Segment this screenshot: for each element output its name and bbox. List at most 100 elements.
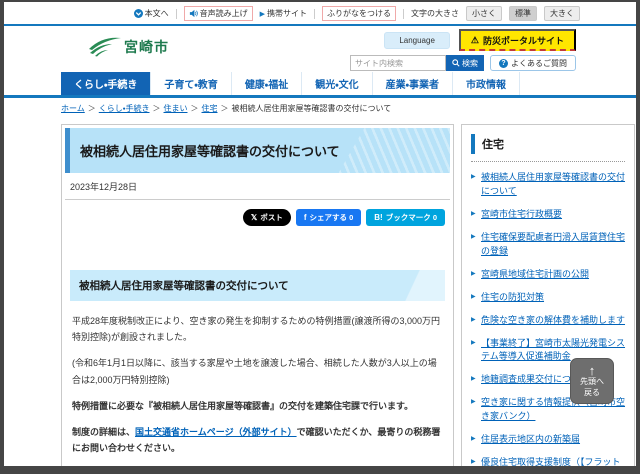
x-post-label: ポスト: [260, 213, 283, 222]
triangle-icon: ▶: [259, 10, 265, 18]
sidebar-link-shinchiku-todoke[interactable]: 住居表示地区内の新築届: [481, 434, 580, 444]
voice-readout-link[interactable]: 音声読み上げ: [183, 6, 253, 21]
utility-bar: 本文へ 音声読み上げ ▶ 携帯サイト ふりがなをつける 文字の大きさ 小さく 標…: [4, 2, 636, 26]
content-area: 被相続人居住用家屋等確認書の交付について 2023年12月28日 𝕏 ポスト f…: [4, 118, 636, 474]
breadcrumb-sumai[interactable]: 住まい: [164, 104, 188, 113]
breadcrumb-kurashi[interactable]: くらし・手続き: [99, 104, 150, 113]
breadcrumb-separator: ＞: [87, 104, 96, 113]
voice-readout-label: 音声読み上げ: [199, 9, 248, 18]
back-to-top-button[interactable]: ↑ 先頭へ 戻る: [570, 358, 614, 404]
mobile-site-label: 携帯サイト: [267, 9, 307, 18]
hatena-bookmark-label: ブックマーク 0: [385, 213, 437, 222]
text-size-large-button[interactable]: 大きく: [544, 6, 580, 21]
mobile-site-link[interactable]: ▶ 携帯サイト: [260, 8, 307, 19]
sidebar-link-bohan[interactable]: 住宅の防犯対策: [481, 292, 544, 302]
furigana-label: ふりがなをつける: [327, 9, 391, 18]
text-size-small-button[interactable]: 小さく: [466, 6, 502, 21]
paragraph: 平成28年度税制改正により、空き家の発生を抑制するための特例措置(譲渡所得の3,…: [72, 316, 440, 343]
skip-to-content-label: 本文へ: [144, 9, 169, 18]
related-links-sidebar: 住宅 被相続人居住用家屋等確認書の交付について 宮崎市住宅行政概要 住宅確保要配…: [461, 124, 635, 466]
hatena-icon: B!: [374, 213, 383, 222]
global-nav: くらし・手続き 子育て・教育 健康・福祉 観光・文化 産業・事業者 市政情報: [4, 72, 636, 98]
list-item: 優良住宅取得支援制度（【フラット35】S）: [471, 456, 625, 466]
divider: [314, 8, 315, 19]
language-button[interactable]: Language: [384, 31, 450, 49]
paragraph: 制度の詳細は、国土交通省ホームページ（外部サイト）で確認いただくか、最寄りの税務…: [72, 424, 443, 456]
list-item: 被相続人居住用家屋等確認書の交付について: [471, 171, 625, 199]
paragraph-text: 制度の詳細は、: [72, 426, 136, 437]
breadcrumb-home[interactable]: ホーム: [61, 104, 85, 113]
back-to-top-label-1: 先頭へ: [580, 377, 604, 387]
paragraph: (令和6年1月1日以降に、該当する家屋や土地を譲渡した場合、相続した人数が3人以…: [72, 358, 437, 385]
up-arrow-icon: ↑: [588, 363, 596, 379]
breadcrumb-separator: ＞: [152, 104, 161, 113]
furigana-link[interactable]: ふりがなをつける: [322, 6, 396, 21]
section-title: 被相続人居住用家屋等確認書の交付について: [70, 270, 445, 301]
list-item: 住宅の防犯対策: [471, 291, 625, 305]
arrow-circle-icon: [133, 9, 143, 18]
sidebar-link-flat35[interactable]: 優良住宅取得支援制度（【フラット35】S）: [481, 457, 621, 466]
list-item: 危険な空き家の解体費を補助します: [471, 314, 625, 328]
site-name: 宮崎市: [124, 39, 169, 55]
magnifier-icon: [452, 59, 460, 67]
publish-date: 2023年12月28日: [65, 173, 450, 200]
paragraph: なお、本確認書は申請の家屋や土地が空き家及びその敷地であったことを確認するもので…: [72, 466, 443, 474]
faq-label: よくあるご質問: [511, 58, 567, 68]
x-post-button[interactable]: 𝕏 ポスト: [242, 209, 291, 226]
text-size-label: 文字の大きさ: [411, 9, 459, 18]
skip-to-content-link[interactable]: 本文へ: [133, 8, 169, 19]
question-icon: ?: [499, 58, 508, 68]
header-tools: Language ⚠ 防災ポータルサイト 検索 ? よくあるご質問: [350, 29, 576, 71]
facebook-share-label: シェアする 0: [309, 213, 354, 222]
browser-page: 本文へ 音声読み上げ ▶ 携帯サイト ふりがなをつける 文字の大きさ 小さく 標…: [0, 0, 640, 474]
breadcrumb-separator: ＞: [220, 104, 229, 113]
site-header: 宮崎市 Language ⚠ 防災ポータルサイト 検索 ? よくあるご質問: [4, 26, 636, 72]
breadcrumb: ホーム＞くらし・手続き＞住まい＞住宅＞被相続人居住用家屋等確認書の交付について: [4, 98, 636, 118]
page-title: 被相続人居住用家屋等確認書の交付について: [65, 128, 450, 173]
text-size-normal-button[interactable]: 標準: [509, 6, 537, 21]
facebook-icon: f: [303, 213, 307, 222]
list-item: 宮崎県地域住宅計画の公開: [471, 268, 625, 282]
paragraph: 特例措置に必要な『被相続人居住用家屋等確認書』の交付を建築住宅課で行います。: [72, 400, 414, 411]
sidebar-title: 住宅: [471, 134, 625, 154]
share-buttons: 𝕏 ポスト f シェアする 0 B! ブックマーク 0: [65, 200, 450, 232]
divider: [175, 8, 177, 19]
list-item: 宮崎市住宅行政概要: [471, 208, 625, 222]
search-button[interactable]: 検索: [446, 55, 484, 71]
nav-kanko-bunka[interactable]: 観光・文化: [301, 72, 371, 95]
nav-sangyo-jigyosha[interactable]: 産業・事業者: [371, 72, 452, 95]
sidebar-link-gyosei-gaiyo[interactable]: 宮崎市住宅行政概要: [481, 209, 562, 219]
sidebar-link-chiiki-keikaku[interactable]: 宮崎県地域住宅計画の公開: [481, 269, 589, 279]
nav-kosodate-kyoiku[interactable]: 子育て・教育: [150, 72, 230, 95]
nav-kurashi-tetsuzuki[interactable]: くらし・手続き: [61, 72, 151, 95]
miyazaki-logo-icon: [89, 37, 121, 57]
x-icon: 𝕏: [250, 213, 258, 222]
nav-shisei-joho[interactable]: 市政情報: [452, 72, 521, 95]
disaster-portal-button[interactable]: ⚠ 防災ポータルサイト: [458, 29, 576, 51]
sidebar-link-kaitai-hojo[interactable]: 危険な空き家の解体費を補助します: [481, 315, 625, 325]
faq-button[interactable]: ? よくあるご質問: [490, 55, 576, 71]
hatena-bookmark-button[interactable]: B! ブックマーク 0: [366, 209, 445, 226]
warning-icon: ⚠: [470, 35, 479, 45]
site-logo[interactable]: 宮崎市: [88, 35, 169, 57]
site-search-input[interactable]: [350, 55, 446, 71]
search-button-label: 検索: [462, 58, 478, 68]
article-body: 平成28年度税制改正により、空き家の発生を抑制するための特例措置(譲渡所得の3,…: [65, 301, 450, 474]
breadcrumb-current: 被相続人居住用家屋等確認書の交付について: [231, 104, 392, 113]
breadcrumb-jutaku[interactable]: 住宅: [202, 104, 218, 113]
list-item: 住宅確保要配慮者円滑入居賃貸住宅の登録: [471, 231, 625, 259]
breadcrumb-separator: ＞: [190, 104, 199, 113]
sidebar-header: 住宅: [471, 134, 625, 162]
disaster-portal-label: 防災ポータルサイト: [482, 36, 564, 46]
sidebar-link-chintai-toroku[interactable]: 住宅確保要配慮者円滑入居賃貸住宅の登録: [481, 232, 625, 256]
sidebar-link-list: 被相続人居住用家屋等確認書の交付について 宮崎市住宅行政概要 住宅確保要配慮者円…: [471, 171, 625, 466]
list-item: 住居表示地区内の新築届: [471, 433, 625, 447]
main-article: 被相続人居住用家屋等確認書の交付について 2023年12月28日 𝕏 ポスト f…: [61, 124, 454, 474]
sidebar-link-kakuninsho[interactable]: 被相続人居住用家屋等確認書の交付について: [481, 172, 625, 196]
facebook-share-button[interactable]: f シェアする 0: [295, 209, 362, 226]
divider: [403, 8, 404, 19]
mlit-external-link[interactable]: 国土交通省ホームページ（外部サイト）: [135, 427, 297, 437]
nav-kenko-fukushi[interactable]: 健康・福祉: [230, 72, 301, 95]
speaker-icon: [189, 9, 198, 18]
back-to-top-label-2: 戻る: [584, 387, 600, 397]
